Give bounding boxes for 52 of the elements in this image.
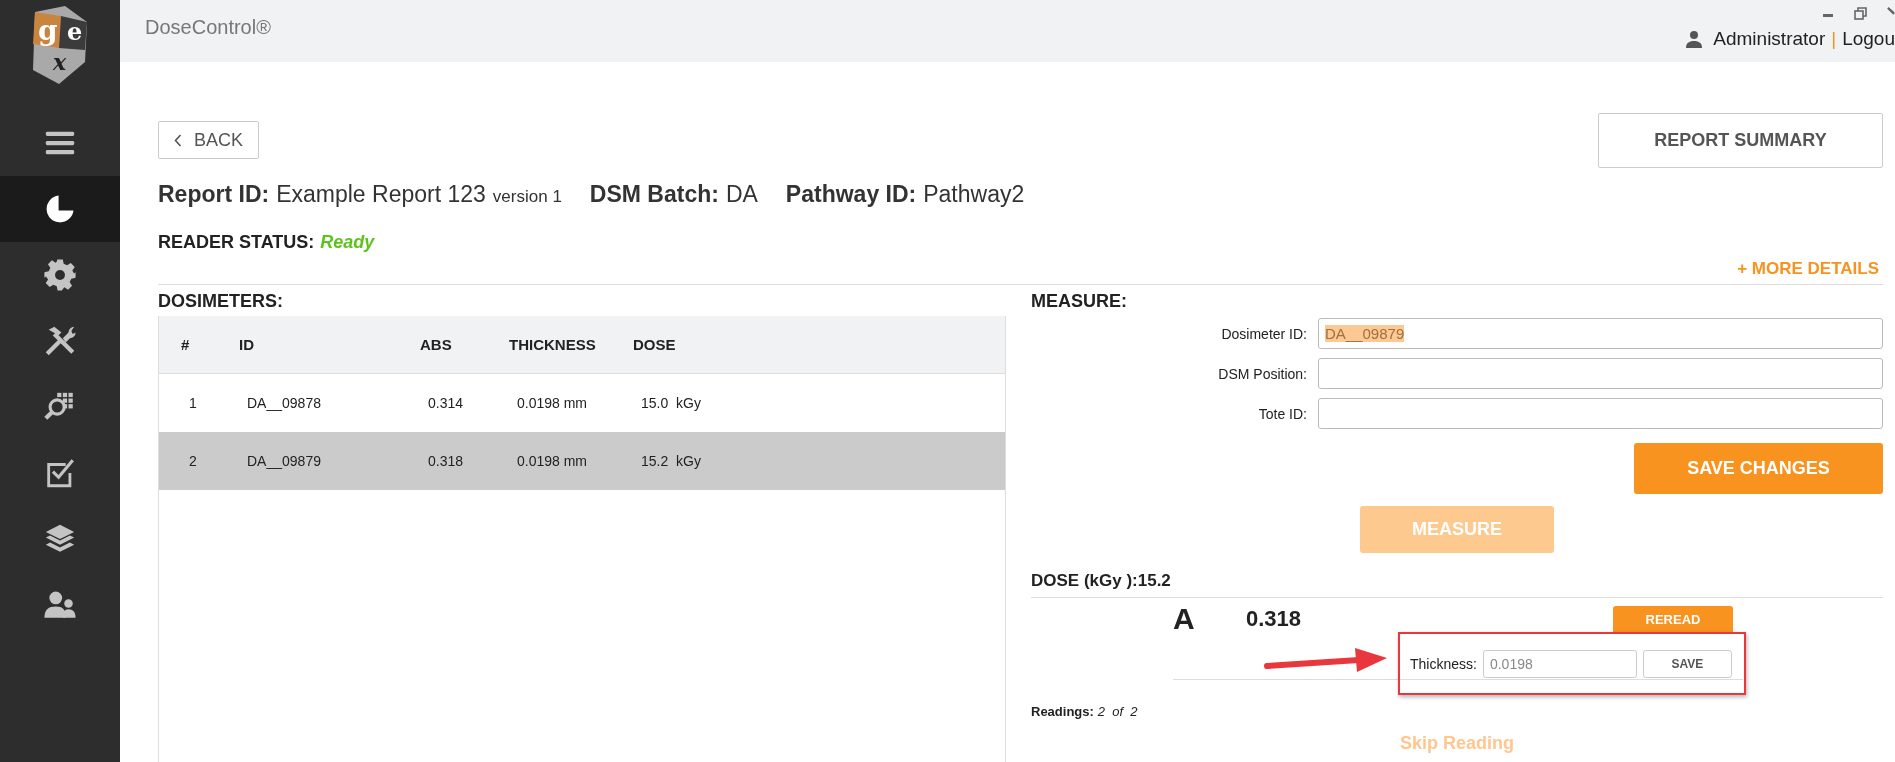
table-cell-text: 0.0198 mm (516, 395, 589, 411)
table-cell-text: 0.314 (427, 395, 465, 411)
reading-value: 0.318 (1246, 606, 1302, 632)
field-label: Tote ID: (1257, 405, 1307, 422)
table-cell-text: 15.2 kGy (640, 453, 702, 469)
reading-letter: A (1173, 602, 1196, 636)
info-label: Pathway ID: (785, 181, 917, 208)
app-title: DoseControl® (145, 16, 271, 40)
table-cell-text: 15.0 kGy (640, 395, 702, 411)
table-cell-text: 0.318 (427, 453, 465, 469)
thickness-label: Thickness: (1410, 655, 1477, 672)
input-field[interactable] (1318, 358, 1883, 389)
table-cell-text: 0.0198 mm (516, 453, 589, 469)
report-summary-button[interactable]: REPORT SUMMARY (1598, 113, 1883, 168)
dose-heading: DOSE (kGy ):15.2 (1031, 571, 1883, 598)
table-row[interactable]: 2 DA__09879 0.318 0.0198 mm 15.2 kGy (159, 432, 1005, 490)
table-cell-text: 1 (188, 395, 198, 411)
user-icon (1685, 30, 1704, 48)
table-cell-text: DA__09878 (246, 395, 322, 411)
column-header: ID (239, 336, 255, 353)
separator: | (1831, 28, 1837, 50)
field-label: Dosimeter ID: (1220, 325, 1307, 342)
info-value: Example Report 123 (276, 181, 486, 208)
chevron-left-icon (174, 133, 182, 147)
column-header: # (181, 336, 191, 353)
info-label: Report ID: (158, 181, 270, 208)
reader-status-label: READER STATUS: (158, 232, 315, 253)
info-value: DA (725, 181, 758, 208)
thickness-input[interactable]: 0.0198 (1482, 649, 1637, 678)
column-header: ABS (420, 336, 453, 353)
user-name: Administrator (1713, 28, 1826, 50)
info-label: DSM Batch: (589, 181, 719, 208)
sidebar-item[interactable] (0, 176, 120, 242)
reader-status-value: Ready (320, 232, 375, 253)
input-field[interactable] (1318, 398, 1883, 429)
version-text: version 1 (492, 187, 562, 207)
readings-count: 2 of 2 (1097, 704, 1138, 719)
back-button[interactable]: BACK (158, 121, 259, 159)
table-cell-text: DA__09879 (246, 453, 322, 469)
section-heading: DOSIMETERS: (158, 291, 284, 312)
settings-icon (43, 258, 77, 292)
field-label: DSM Position: (1217, 365, 1307, 382)
section-heading: MEASURE: (1031, 291, 1128, 312)
logout-link[interactable]: Logou (1842, 28, 1895, 50)
readings-label: Readings: (1031, 704, 1094, 719)
save-button[interactable]: SAVE (1642, 649, 1732, 678)
info-value: Pathway2 (923, 181, 1025, 208)
column-header: DOSE (633, 336, 677, 353)
restore-icon[interactable] (1854, 6, 1867, 20)
table-cell-text: 2 (188, 453, 198, 469)
column-header: THICKNESS (509, 336, 597, 353)
hammer-wrench-icon (43, 324, 77, 358)
